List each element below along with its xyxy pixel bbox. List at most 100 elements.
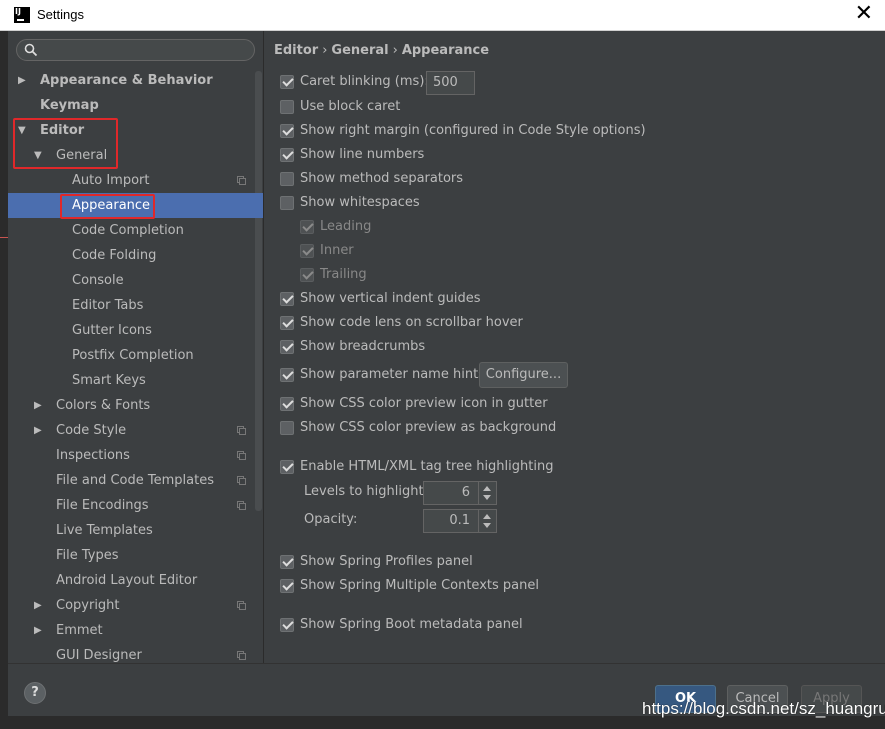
sidebar-item-label: Live Templates: [56, 523, 153, 538]
levels-value: 6: [461, 485, 470, 500]
checkbox-icon[interactable]: [280, 579, 294, 593]
checkbox-icon[interactable]: [280, 172, 294, 186]
sidebar-item-label: Keymap: [40, 98, 99, 113]
sidebar-item-label: Code Completion: [72, 223, 184, 238]
window-title: Settings: [37, 7, 84, 22]
sidebar-item-emmet[interactable]: ▶ Emmet: [8, 618, 263, 643]
checkbox-icon[interactable]: [280, 196, 294, 210]
configure-button[interactable]: Configure...: [479, 362, 568, 388]
project-scope-icon: [237, 451, 246, 460]
checkbox-icon[interactable]: [280, 460, 294, 474]
checkbox-icon[interactable]: [280, 340, 294, 354]
sidebar-item-appearance-behavior[interactable]: ▶ Appearance & Behavior: [8, 68, 263, 93]
sidebar-item-colors-fonts[interactable]: ▶ Colors & Fonts: [8, 393, 263, 418]
checkbox-icon[interactable]: [300, 220, 314, 234]
sidebar-item-live-templates[interactable]: Live Templates: [8, 518, 263, 543]
levels-spinner[interactable]: 6: [423, 481, 497, 505]
checkbox-label: Inner: [320, 243, 354, 258]
sidebar-item-code-completion[interactable]: Code Completion: [8, 218, 263, 243]
chevron-right-icon[interactable]: ▶: [34, 618, 46, 643]
checkbox-icon[interactable]: [280, 618, 294, 632]
opacity-spinner[interactable]: 0.1: [423, 509, 497, 533]
sidebar-item-label: Inspections: [56, 448, 130, 463]
sidebar-item-gutter-icons[interactable]: Gutter Icons: [8, 318, 263, 343]
sidebar-item-label: File Types: [56, 548, 119, 563]
watermark-text: https://blog.csdn.net/sz_huangrui: [642, 699, 885, 718]
checkbox-icon[interactable]: [280, 555, 294, 569]
checkbox-label: Show breadcrumbs: [300, 339, 426, 354]
checkbox-icon[interactable]: [280, 397, 294, 411]
help-icon[interactable]: ?: [24, 682, 46, 704]
checkbox-label: Show line numbers: [300, 147, 425, 162]
checkbox-label: Enable HTML/XML tag tree highlighting: [300, 459, 554, 474]
checkbox-label: Caret blinking (ms):: [300, 74, 429, 89]
checkbox-label: Show method separators: [300, 171, 464, 186]
breadcrumb-editor: Editor: [274, 43, 319, 58]
spinner-arrows-icon[interactable]: [478, 510, 496, 532]
sidebar-item-postfix-completion[interactable]: Postfix Completion: [8, 343, 263, 368]
chevron-right-icon[interactable]: ▶: [34, 593, 46, 618]
sidebar-item-file-types[interactable]: File Types: [8, 543, 263, 568]
background-editor-strip: [0, 31, 8, 729]
sidebar-item-inspections[interactable]: Inspections: [8, 443, 263, 468]
checkbox-label: Show Spring Profiles panel: [300, 554, 473, 569]
search-input[interactable]: [16, 39, 255, 61]
checkbox-label: Leading: [320, 219, 372, 234]
spinner-arrows-icon[interactable]: [478, 482, 496, 504]
breadcrumb-general: General: [331, 43, 389, 58]
sidebar-item-copyright[interactable]: ▶ Copyright: [8, 593, 263, 618]
sidebar-item-label: Postfix Completion: [72, 348, 194, 363]
intellij-app-icon: IJ: [14, 7, 30, 23]
sidebar-item-label: File and Code Templates: [56, 473, 214, 488]
opacity-label: Opacity:: [304, 512, 358, 527]
sidebar-item-label: Emmet: [56, 623, 103, 638]
checkbox-label: Show right margin (configured in Code St…: [300, 123, 646, 138]
sidebar-item-label: Gutter Icons: [72, 323, 152, 338]
opacity-value: 0.1: [449, 513, 470, 528]
chevron-right-icon[interactable]: ▶: [34, 418, 46, 443]
sidebar-item-code-style[interactable]: ▶ Code Style: [8, 418, 263, 443]
project-scope-icon: [237, 476, 246, 485]
close-icon[interactable]: ✕: [855, 3, 873, 25]
sidebar-item-label: Android Layout Editor: [56, 573, 198, 588]
checkbox-icon[interactable]: [300, 244, 314, 258]
checkbox-label: Show vertical indent guides: [300, 291, 481, 306]
checkbox-label: Show CSS color preview icon in gutter: [300, 396, 548, 411]
breadcrumb: Editor › General › Appearance: [274, 43, 489, 58]
sidebar-item-code-folding[interactable]: Code Folding: [8, 243, 263, 268]
highlight-box-appearance: [60, 194, 155, 219]
checkbox-icon[interactable]: [280, 100, 294, 114]
checkbox-label: Trailing: [320, 267, 367, 282]
sidebar-item-label: Appearance & Behavior: [40, 73, 213, 88]
sidebar-item-keymap[interactable]: Keymap: [8, 93, 263, 118]
checkbox-icon[interactable]: [280, 316, 294, 330]
sidebar-item-console[interactable]: Console: [8, 268, 263, 293]
sidebar-item-label: Colors & Fonts: [56, 398, 151, 413]
sidebar-item-file-and-code-templates[interactable]: File and Code Templates: [8, 468, 263, 493]
sidebar-item-label: Console: [72, 273, 124, 288]
chevron-right-icon[interactable]: ▶: [18, 68, 30, 93]
title-bar: IJ Settings ✕: [0, 0, 885, 31]
chevron-right-icon[interactable]: ▶: [34, 393, 46, 418]
sidebar-item-editor-tabs[interactable]: Editor Tabs: [8, 293, 263, 318]
sidebar-item-label: Code Style: [56, 423, 127, 438]
breadcrumb-separator: ›: [322, 43, 328, 58]
checkbox-icon[interactable]: [280, 148, 294, 162]
checkbox-label: Show whitespaces: [300, 195, 420, 210]
sidebar-item-smart-keys[interactable]: Smart Keys: [8, 368, 263, 393]
checkbox-icon[interactable]: [280, 124, 294, 138]
search-icon: [24, 43, 38, 57]
checkbox-icon[interactable]: [280, 292, 294, 306]
checkbox-icon[interactable]: [280, 421, 294, 435]
sidebar-item-file-encodings[interactable]: File Encodings: [8, 493, 263, 518]
project-scope-icon: [237, 176, 246, 185]
sidebar-item-auto-import[interactable]: Auto Import: [8, 168, 263, 193]
sidebar-item-label: Copyright: [56, 598, 120, 613]
checkbox-icon[interactable]: [280, 368, 294, 382]
project-scope-icon: [237, 501, 246, 510]
checkbox-icon[interactable]: [300, 268, 314, 282]
checkbox-icon[interactable]: [280, 75, 294, 89]
checkbox-label: Show Spring Multiple Contexts panel: [300, 578, 539, 593]
caret-blinking-input[interactable]: 500: [426, 71, 475, 95]
sidebar-item-android-layout-editor[interactable]: Android Layout Editor: [8, 568, 263, 593]
